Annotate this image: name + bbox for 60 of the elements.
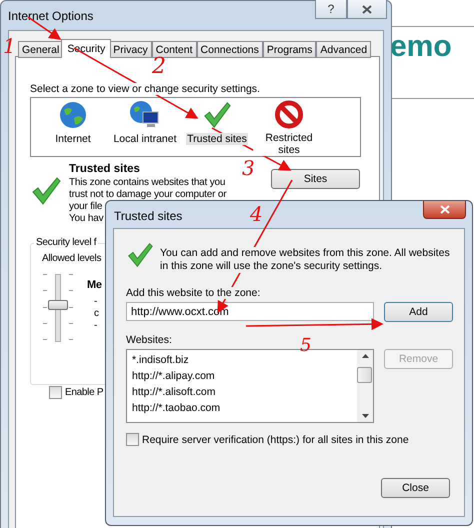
add-label: Add this website to the zone: — [126, 287, 260, 299]
checkbox-label: Require server verification (https:) for all sites in this zone — [142, 434, 409, 446]
zone-item[interactable]: Local intranet — [112, 133, 178, 145]
annotation-number: 3 — [242, 158, 255, 178]
scroll-down-icon[interactable] — [362, 414, 369, 418]
checkbox[interactable] — [49, 386, 62, 399]
scroll-up-icon[interactable] — [362, 354, 369, 358]
website-item[interactable]: *.indisoft.biz — [132, 352, 189, 368]
checkmark-icon — [126, 241, 154, 269]
group-label: Security level f — [34, 237, 98, 248]
allowed-levels-label: Allowed levels — [42, 253, 102, 264]
add-button[interactable]: Add — [384, 302, 453, 322]
tab[interactable]: Advanced — [316, 41, 372, 58]
globe-icon — [58, 100, 88, 130]
tab[interactable]: Content — [152, 41, 197, 58]
zone-description: trust not to damage your computer or — [69, 189, 226, 201]
close-icon — [362, 4, 372, 14]
websites-label: Websites: — [126, 334, 172, 346]
checkbox-label: Enable P — [65, 387, 104, 398]
website-item[interactable]: http://*.taobao.com — [132, 400, 220, 416]
level-note: - — [94, 320, 98, 332]
website-item[interactable]: http://*.alipay.com — [132, 368, 215, 384]
scrollbar[interactable] — [357, 350, 373, 422]
close-button[interactable] — [423, 201, 466, 219]
tab[interactable]: General — [18, 41, 64, 58]
window-title: Internet Options — [8, 9, 94, 23]
checkbox[interactable] — [126, 433, 139, 446]
zone-description: This zone contains websites that you — [69, 177, 226, 189]
zone-description: You hav — [69, 213, 104, 225]
zone-prompt: Select a zone to view or change security settings. — [30, 83, 260, 95]
level-note: c — [94, 308, 99, 320]
zone-title: Trusted sites — [69, 163, 140, 175]
dialog-title: Trusted sites — [114, 209, 182, 223]
page-heading: emo — [390, 30, 452, 64]
globe-monitor-icon — [129, 100, 161, 130]
checkmark-icon — [202, 100, 232, 130]
level-note: - — [94, 296, 98, 308]
website-item[interactable]: http://*.alisoft.com — [132, 384, 216, 400]
close-icon — [440, 205, 450, 214]
level-name: Me — [87, 279, 102, 291]
annotation-number: 5 — [300, 337, 312, 355]
tab[interactable]: Security — [61, 39, 112, 58]
annotation-number: 4 — [250, 204, 263, 224]
zone-item[interactable]: Trusted sites — [186, 133, 248, 145]
no-entry-icon — [274, 100, 304, 129]
annotation-number: 1 — [3, 36, 16, 56]
tab[interactable]: Connections — [196, 41, 263, 58]
website-input[interactable]: http://www.ocxt.com — [126, 302, 374, 321]
sites-button[interactable]: Sites — [271, 169, 360, 189]
tab[interactable]: Privacy — [109, 41, 152, 58]
annotation-number: 2 — [152, 56, 166, 78]
zone-description: your file — [69, 201, 102, 213]
tab[interactable]: Programs — [262, 41, 316, 58]
scroll-thumb[interactable] — [357, 367, 372, 383]
zone-item[interactable]: Internet — [54, 133, 92, 145]
help-button[interactable]: ? — [315, 0, 347, 19]
checkmark-icon — [30, 175, 62, 207]
close-button[interactable] — [347, 0, 387, 19]
slider-thumb[interactable] — [48, 300, 68, 310]
close-button[interactable]: Close — [381, 478, 450, 498]
